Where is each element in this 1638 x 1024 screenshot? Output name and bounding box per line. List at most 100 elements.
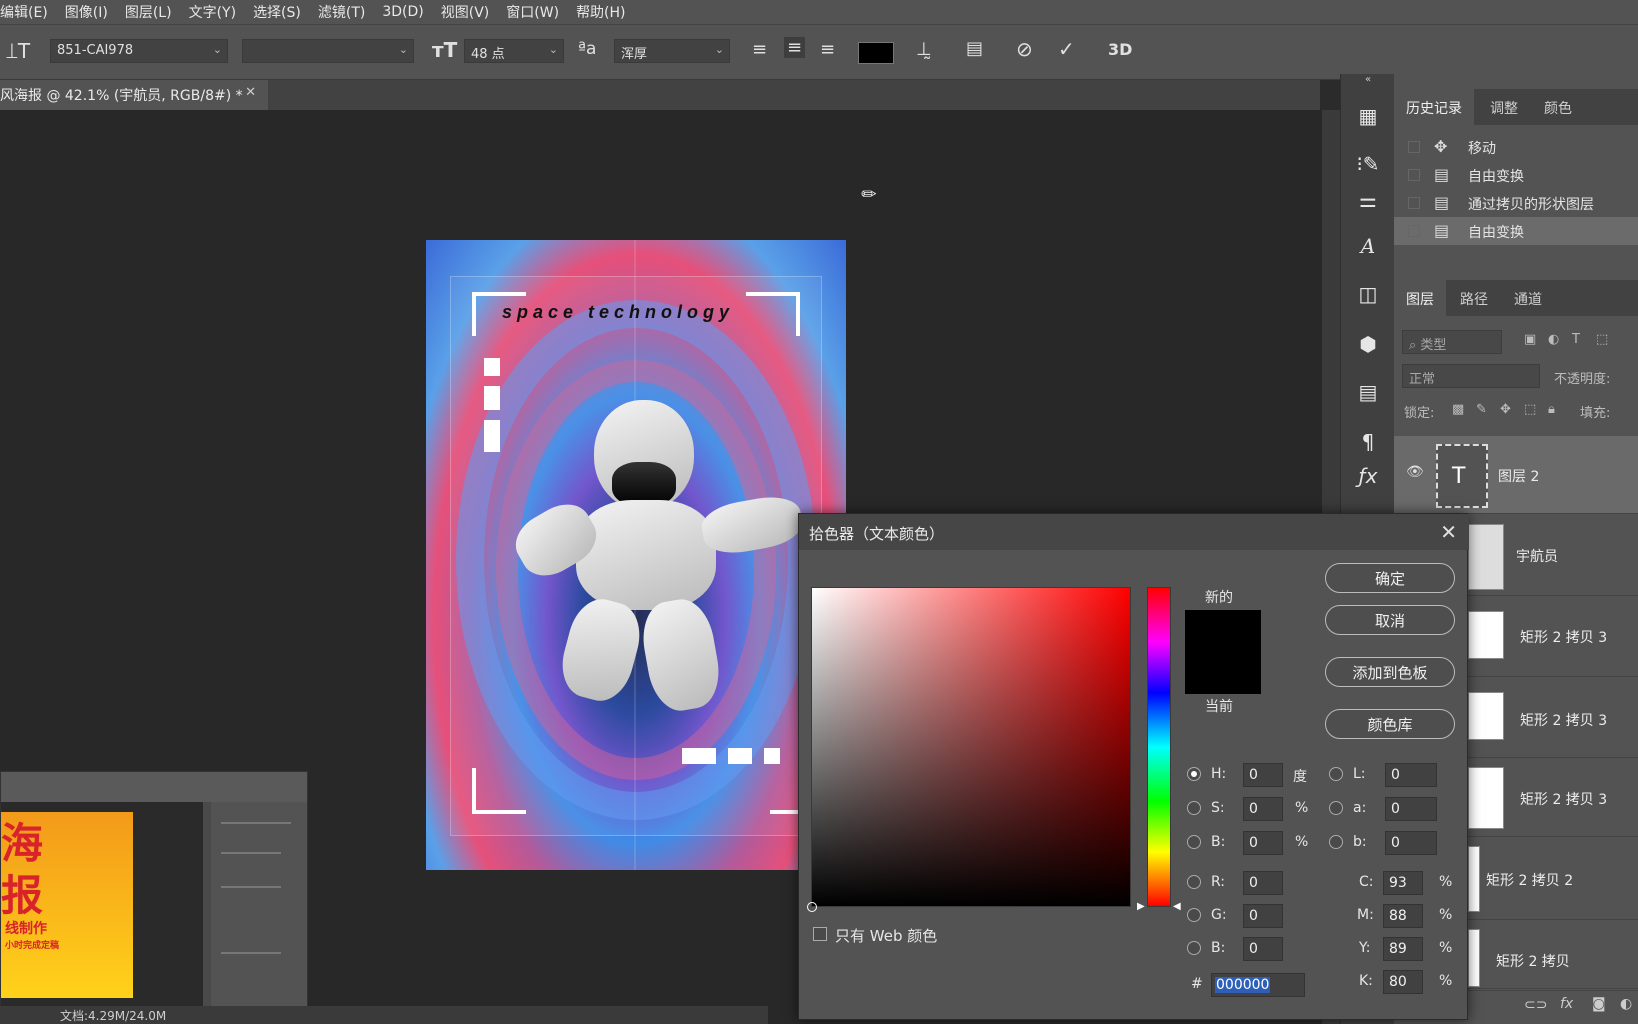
menu-layer[interactable]: 图层(L): [117, 2, 181, 22]
layer-row[interactable]: 矩形 2 拷贝 3: [1468, 759, 1638, 837]
color-field-marker[interactable]: [807, 902, 817, 912]
hue-slider-arrow-icon[interactable]: ▶: [1137, 901, 1145, 912]
history-checkbox[interactable]: [1408, 169, 1420, 181]
history-checkbox[interactable]: [1408, 197, 1420, 209]
menu-view[interactable]: 视图(V): [433, 2, 499, 22]
layer-row[interactable]: 矩形 2 拷贝 3: [1468, 678, 1638, 758]
hue-input[interactable]: 0: [1243, 763, 1283, 787]
adjustments-icon[interactable]: ⚌: [1341, 188, 1395, 212]
layer-filter-select[interactable]: ⌕ 类型: [1402, 330, 1502, 354]
font-size-select[interactable]: 48 点 ⌄: [464, 39, 564, 63]
align-left-icon[interactable]: ≡: [752, 39, 767, 60]
lock-pixels-icon[interactable]: ▩: [1452, 402, 1464, 417]
antialias-select[interactable]: 浑厚 ⌄: [614, 39, 730, 63]
align-right-icon[interactable]: ≡: [820, 39, 835, 60]
cancel-button[interactable]: 取消: [1325, 605, 1455, 635]
lock-artboard-icon[interactable]: ⬚: [1524, 402, 1536, 417]
menu-3d[interactable]: 3D(D): [374, 4, 432, 20]
threed-button[interactable]: 3D: [1108, 40, 1132, 59]
tab-paths[interactable]: 路径: [1448, 280, 1500, 316]
green-input[interactable]: 0: [1243, 904, 1283, 928]
radio-lab-b[interactable]: [1329, 835, 1343, 849]
blend-mode-select[interactable]: 正常: [1402, 364, 1540, 388]
layer-row[interactable]: 矩形 2 拷贝 2: [1468, 838, 1638, 920]
hex-input[interactable]: 000000: [1211, 973, 1305, 997]
radio-blue[interactable]: [1187, 941, 1201, 955]
current-color-swatch[interactable]: [1185, 652, 1261, 694]
dialog-title-bar[interactable]: 拾色器（文本颜色） ✕: [799, 514, 1469, 550]
filter-type-icon[interactable]: T: [1572, 332, 1580, 347]
history-checkbox[interactable]: [1408, 225, 1420, 237]
lab-a-input[interactable]: 0: [1385, 797, 1437, 821]
history-item-selected[interactable]: ▤ 自由变换: [1394, 217, 1638, 245]
text-color-swatch[interactable]: [858, 42, 894, 64]
history-item[interactable]: ▤ 通过拷贝的形状图层: [1394, 189, 1638, 217]
visibility-eye-icon[interactable]: 👁︎: [1406, 464, 1424, 480]
document-tab[interactable]: 风海报 @ 42.1% (宇航员, RGB/8#) * ✕: [0, 80, 268, 110]
commit-check-icon[interactable]: ✓: [1058, 37, 1075, 61]
lock-all-icon[interactable]: 🔒︎: [1548, 402, 1555, 417]
font-family-select[interactable]: 851-CAI978 ⌄: [50, 39, 228, 63]
magenta-input[interactable]: 88: [1383, 904, 1423, 928]
layer-row[interactable]: 宇航员: [1468, 518, 1638, 596]
radio-lab-l[interactable]: [1329, 767, 1343, 781]
layer-row[interactable]: 矩形 2 拷贝 3: [1468, 597, 1638, 677]
cancel-icon[interactable]: ⊘: [1016, 37, 1033, 61]
hue-slider-arrow-icon[interactable]: ◀: [1173, 901, 1181, 912]
menu-type[interactable]: 文字(Y): [181, 2, 245, 22]
character-icon[interactable]: A: [1341, 234, 1395, 258]
black-input[interactable]: 80: [1383, 970, 1423, 994]
layer-row[interactable]: 矩形 2 拷贝: [1468, 921, 1638, 989]
add-to-swatches-button[interactable]: 添加到色板: [1325, 657, 1455, 687]
web-colors-only-checkbox[interactable]: [813, 927, 827, 941]
radio-brightness[interactable]: [1187, 835, 1201, 849]
lock-move-icon[interactable]: ✥: [1500, 402, 1511, 417]
blue-input[interactable]: 0: [1243, 937, 1283, 961]
paragraph-icon[interactable]: ¶: [1341, 430, 1395, 454]
radio-lab-a[interactable]: [1329, 801, 1343, 815]
menu-filter[interactable]: 滤镜(T): [310, 2, 374, 22]
brightness-input[interactable]: 0: [1243, 831, 1283, 855]
menu-select[interactable]: 选择(S): [245, 2, 310, 22]
character-panel-icon[interactable]: ▤: [966, 38, 983, 59]
align-center-icon[interactable]: ≡: [784, 37, 806, 58]
add-mask-icon[interactable]: ◙: [1592, 996, 1606, 1012]
red-input[interactable]: 0: [1243, 871, 1283, 895]
filter-shape-icon[interactable]: ⬚: [1596, 332, 1608, 347]
menu-image[interactable]: 图像(I): [57, 2, 117, 22]
color-libraries-button[interactable]: 颜色库: [1325, 709, 1455, 739]
radio-saturation[interactable]: [1187, 801, 1201, 815]
history-item[interactable]: ▤ 自由变换: [1394, 161, 1638, 189]
lab-l-input[interactable]: 0: [1385, 763, 1437, 787]
cyan-input[interactable]: 93: [1383, 871, 1423, 895]
3d-cube-icon[interactable]: ⬢: [1341, 332, 1395, 356]
lab-b-input[interactable]: 0: [1385, 831, 1437, 855]
brush-settings-icon[interactable]: ⁝✎: [1341, 152, 1395, 176]
close-icon[interactable]: ✕: [1440, 520, 1457, 544]
tab-history[interactable]: 历史记录: [1394, 89, 1474, 125]
properties-icon[interactable]: ▤: [1341, 380, 1395, 404]
glyphs-icon[interactable]: ◫: [1341, 282, 1395, 306]
font-style-select[interactable]: ⌄: [242, 39, 414, 63]
menu-help[interactable]: 帮助(H): [568, 2, 634, 22]
ok-button[interactable]: 确定: [1325, 563, 1455, 593]
close-icon[interactable]: ✕: [245, 85, 256, 100]
filter-adjust-icon[interactable]: ◐: [1548, 332, 1559, 347]
radio-hue[interactable]: [1187, 767, 1201, 781]
fx-icon[interactable]: ƒx: [1341, 464, 1395, 488]
link-layers-icon[interactable]: ⊂⊃: [1524, 997, 1547, 1013]
radio-green[interactable]: [1187, 908, 1201, 922]
tab-layers[interactable]: 图层: [1394, 280, 1446, 316]
collapse-panels-icon[interactable]: «: [1341, 74, 1395, 88]
menu-window[interactable]: 窗口(W): [498, 2, 568, 22]
history-checkbox[interactable]: [1408, 141, 1420, 153]
tab-channels[interactable]: 通道: [1502, 280, 1554, 316]
filter-image-icon[interactable]: ▣: [1524, 332, 1536, 347]
saturation-input[interactable]: 0: [1243, 797, 1283, 821]
tab-color[interactable]: 颜色: [1532, 89, 1584, 125]
history-item[interactable]: ✥ 移动: [1394, 133, 1638, 161]
type-tool-icon[interactable]: ⟘T: [6, 39, 30, 63]
tab-adjustments[interactable]: 调整: [1478, 89, 1530, 125]
hue-slider[interactable]: [1147, 587, 1171, 907]
menu-edit[interactable]: 编辑(E): [0, 2, 57, 22]
